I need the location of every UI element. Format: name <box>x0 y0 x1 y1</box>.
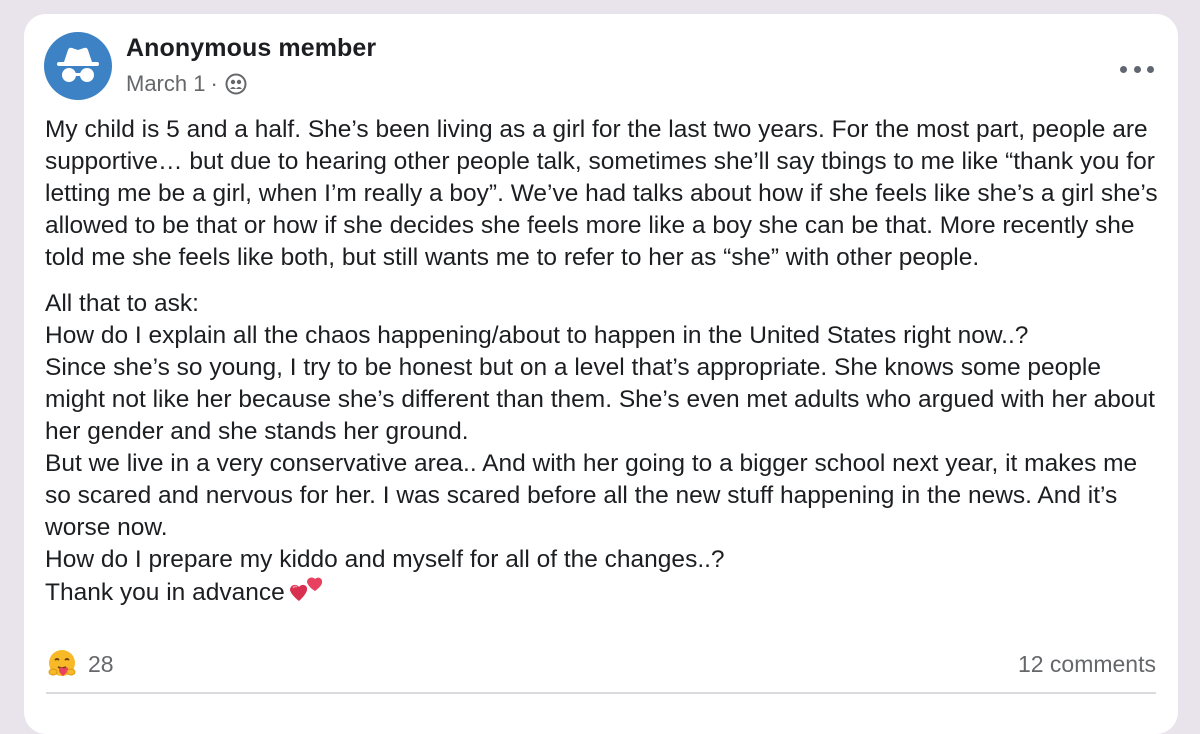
group-privacy-icon <box>225 73 247 95</box>
more-options-icon[interactable] <box>1120 62 1154 76</box>
post-closing-line: Thank you in advance <box>45 576 1165 609</box>
post-paragraph: How do I explain all the chaos happening… <box>45 322 1029 349</box>
reaction-summary[interactable]: 28 <box>46 648 114 680</box>
author-name[interactable]: Anonymous member <box>126 34 376 63</box>
heart-icon <box>289 577 322 601</box>
meta-separator: · <box>210 71 218 96</box>
post-date[interactable]: March 1 <box>126 71 205 97</box>
post-footer: 28 12 comments <box>46 646 1156 686</box>
footer-divider <box>46 692 1156 694</box>
post-paragraph: Thank you in advance <box>45 579 285 606</box>
more-dot <box>1133 65 1141 73</box>
incognito-icon <box>57 47 99 82</box>
post-paragraph: But we live in a very conservative area.… <box>45 450 1138 541</box>
post-body: My child is 5 and a half. She’s been liv… <box>45 114 1165 609</box>
post-card: Anonymous member March 1 · My child is 5… <box>24 14 1178 734</box>
post-meta: March 1 · <box>126 70 247 98</box>
care-reaction-icon <box>48 650 76 676</box>
post-header: Anonymous member March 1 · <box>44 32 1158 104</box>
post-paragraph: How do I prepare my kiddo and myself for… <box>45 546 725 573</box>
comments-count-link[interactable]: 12 comments <box>1018 651 1156 678</box>
post-paragraph: All that to ask: <box>45 290 199 317</box>
post-paragraph: My child is 5 and a half. She’s been liv… <box>45 116 1158 271</box>
more-dot <box>1147 65 1154 73</box>
more-dot <box>1120 65 1127 73</box>
reaction-count: 28 <box>88 650 114 677</box>
post-paragraph: Since she’s so young, I try to be honest… <box>45 354 1155 445</box>
avatar[interactable] <box>44 32 112 100</box>
